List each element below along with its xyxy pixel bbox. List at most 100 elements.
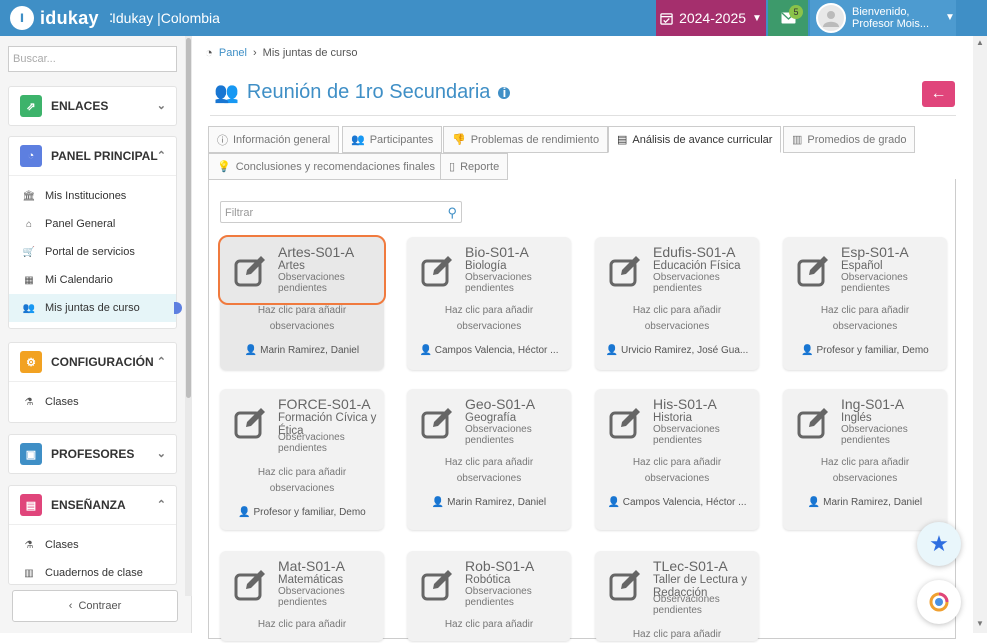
assistant-button[interactable] [917,580,961,624]
chevron-down-icon: ⌄ [156,448,166,460]
tab-label: Reporte [460,160,500,173]
teacher-name: Urvicio Ramirez, José Gua... [620,345,749,356]
filter-input[interactable]: Filtrar ⚲ [220,201,462,223]
breadcrumb-panel-link[interactable]: Panel [219,47,247,59]
tab-participantes[interactable]: 👥 Participantes [342,126,443,153]
sidebar-item-clases[interactable]: ⚗ Clases [9,388,176,416]
course-card-header: Bio-S01-A Biología Observaciones pendiente… [407,237,571,303]
sidebar-item-panel-general[interactable]: ⌂ Panel General [9,210,176,238]
user-icon: 👤 [244,345,258,356]
active-indicator [174,302,182,314]
sidebar-item-mis-juntas-de-curso[interactable]: 👥 Mis juntas de curso [9,294,182,322]
sidebar-section-header[interactable]: ▤ ENSEÑANZA ⌃ [9,486,176,524]
sidebar-section-header[interactable]: ⚙ CONFIGURACIÓN ⌃ [9,343,176,381]
users-icon: 👥 [351,134,365,146]
user-icon [823,11,839,27]
course-code: Geo-S01-A [465,396,536,412]
edit-icon [234,570,265,601]
sidebar-section-header[interactable]: ⇗ ENLACES ⌄ [9,87,176,125]
sidebar-item-clases[interactable]: ⚗ Clases [9,531,176,559]
tab-problemas-de-rendimiento[interactable]: 👎 Problemas de rendimiento [443,126,609,153]
sidebar-section-enlaces[interactable]: ⇗ ENLACES ⌄ [8,86,177,126]
course-name: Robótica [465,574,511,586]
page-title-text: Reunión de 1ro Secundaria [246,81,491,103]
file-icon: ▯ [449,161,456,173]
user-menu[interactable]: Bienvenido, Profesor Mois... ▼ [810,0,956,36]
year-selector[interactable]: 2024-2025 ▼ [656,0,766,36]
sidebar-item-mi-calendario[interactable]: ▦ Mi Calendario [9,266,176,294]
sidebar-section-header[interactable]: ▣ PROFESORES ⌄ [9,435,176,473]
course-name: Español [841,260,883,272]
collapse-sidebar-button[interactable]: ‹ Contraer [12,590,178,622]
breadcrumb: ◔ Panel › Mis juntas de curso [205,45,357,60]
course-card[interactable]: Geo-S01-A Geografía Observaciones pendient… [407,389,571,530]
scroll-up-arrow-icon[interactable]: ▲ [976,38,984,47]
course-status: Observaciones pendientes [278,272,345,294]
tab-label: Promedios de grado [807,133,907,146]
page-scrollbar[interactable]: ▲ ▼ [973,36,987,633]
teacher-name: Marin Ramirez, Daniel [447,497,547,508]
sidebar-item-label: Mis Instituciones [45,190,127,202]
course-card[interactable]: Rob-S01-A Robótica Observaciones pendiente… [407,551,571,641]
course-card-header: FORCE-S01-A Formación Cívica y Ética Obser… [220,389,384,455]
course-card[interactable]: Mat-S01-A Matemáticas Observaciones pendie… [220,551,384,641]
breadcrumb-separator: › [253,46,257,59]
course-code: Ing-S01-A [841,396,905,412]
book-icon: ▤ [20,494,42,516]
logo[interactable]: ı idukay : [10,6,113,30]
course-card[interactable]: Edufis-S01-A Educación Física Observacione… [595,237,759,370]
teacher-name: Profesor y familiar, Demo [253,507,366,518]
teacher-name: Campos Valencia, Héctor ... [622,497,747,508]
caret-down-icon: ▼ [945,12,955,23]
course-card-header: TLec-S01-A Taller de Lectura y Redacción O… [595,551,759,617]
brand-name: idukay [40,7,99,28]
messages-button[interactable]: 5 [768,0,808,36]
sidebar-section-header[interactable]: ◔ PANEL PRINCIPAL ⌃ [9,137,176,175]
tab-label: Participantes [369,133,434,146]
tab-conclusiones[interactable]: 💡 Conclusiones y recomendaciones finales [208,153,445,180]
sidebar-item-mis-instituciones[interactable]: 🏛 Mis Instituciones [9,182,176,210]
course-card[interactable]: Bio-S01-A Biología Observaciones pendiente… [407,237,571,370]
avatar [816,3,846,33]
sidebar-scrollbar-thumb[interactable] [186,38,191,398]
course-card[interactable]: Ing-S01-A Inglés Observaciones pendientes H… [783,389,947,530]
tab-reporte[interactable]: ▯ Reporte [440,153,509,180]
user-icon: 👤 [605,345,619,356]
course-card[interactable]: TLec-S01-A Taller de Lectura y Redacción O… [595,551,759,641]
dashboard-icon: ◔ [20,145,42,167]
add-observations-hint: Haz clic para añadir observaciones [444,305,534,332]
course-code: FORCE-S01-A [278,396,371,412]
sidebar-item-cuadernos-de-clase[interactable]: ▥ Cuadernos de clase [9,559,176,584]
course-card[interactable]: Esp-S01-A Español Observaciones pendientes… [783,237,947,370]
search-icon[interactable]: ⚲ [447,205,457,221]
user-icon: 👤 [238,507,251,518]
info-icon[interactable]: i [498,85,511,100]
course-card[interactable]: His-S01-A Historia Observaciones pendiente… [595,389,759,530]
back-button[interactable]: ← [922,81,955,107]
scroll-down-arrow-icon[interactable]: ▼ [976,619,984,628]
sidebar-item-label: Cuadernos de clase [45,567,143,579]
tab-informacion-general[interactable]: ⓘ Información general [208,126,340,153]
tab-promedios-de-grado[interactable]: ▥ Promedios de grado [783,126,916,153]
course-teacher: 👤 Campos Valencia, Héctor ... [595,487,759,518]
course-card[interactable]: FORCE-S01-A Formación Cívica y Ética Obser… [220,389,384,530]
arrow-left-icon: ← [930,85,947,102]
sidebar-scrollbar[interactable] [185,36,192,596]
chevron-up-icon: ⌃ [156,150,166,162]
user-icon: 👤 [431,497,445,508]
course-card[interactable]: Artes-S01-A Artes Observaciones pendientes… [218,235,386,370]
teacher-name: Campos Valencia, Héctor ... [434,345,559,356]
institution-icon: 🏛 [22,190,36,202]
sidebar-section-profesores[interactable]: ▣ PROFESORES ⌄ [8,434,177,474]
collapse-label: Contraer [78,600,122,612]
divider [210,115,956,116]
edit-icon [797,256,828,287]
sidebar-search-input[interactable]: Buscar... [8,46,177,72]
year-label: 2024-2025 [679,10,747,26]
users-icon: 👥 [214,82,239,104]
favorites-button[interactable]: ★ [917,522,961,566]
add-observations-hint: Haz clic para añadir observaciones [820,305,910,332]
tab-analisis-de-avance-curricular[interactable]: ▤ Análisis de avance curricular [608,126,782,153]
course-status: Observaciones pendientes [278,432,345,454]
sidebar-item-portal-de-servicios[interactable]: 🛒 Portal de servicios [9,238,176,266]
